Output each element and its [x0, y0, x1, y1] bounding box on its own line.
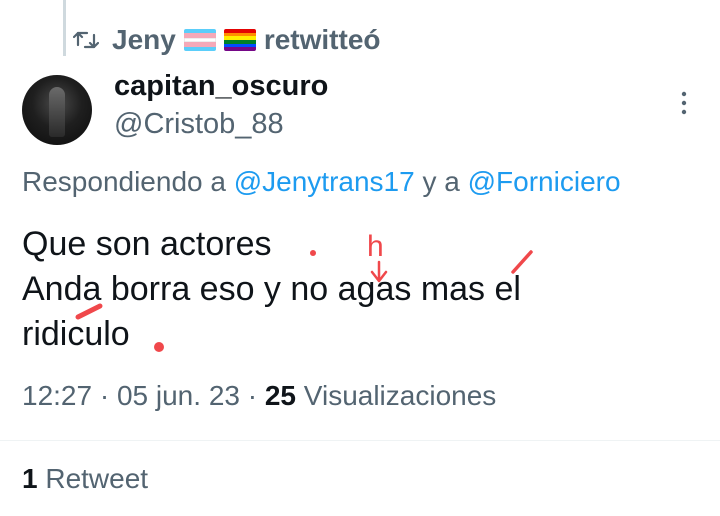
retweets-stat[interactable]: 1 Retweet [22, 463, 148, 495]
tweet-date[interactable]: 05 jun. 23 [117, 380, 240, 411]
red-arrow-mark [370, 260, 388, 283]
retweets-count: 1 [22, 463, 38, 494]
red-accent-mark [511, 250, 533, 274]
red-correction-marks: h [75, 230, 533, 352]
views-count: 25 [264, 380, 297, 411]
divider [0, 440, 720, 441]
views-label: Visualizaciones [303, 380, 497, 411]
tweet-meta: 12:27 · 05 jun. 23 · 25 Visualizaciones [22, 380, 496, 412]
meta-separator: · [99, 380, 110, 411]
retweets-label: Retweet [45, 463, 149, 494]
meta-separator-2: · [247, 380, 258, 411]
red-accent-mark-2 [75, 303, 103, 320]
red-h-mark: h [367, 230, 384, 263]
red-dot-mark-2 [154, 342, 164, 352]
tweet-time[interactable]: 12:27 [22, 380, 92, 411]
red-dot-mark [310, 250, 316, 256]
